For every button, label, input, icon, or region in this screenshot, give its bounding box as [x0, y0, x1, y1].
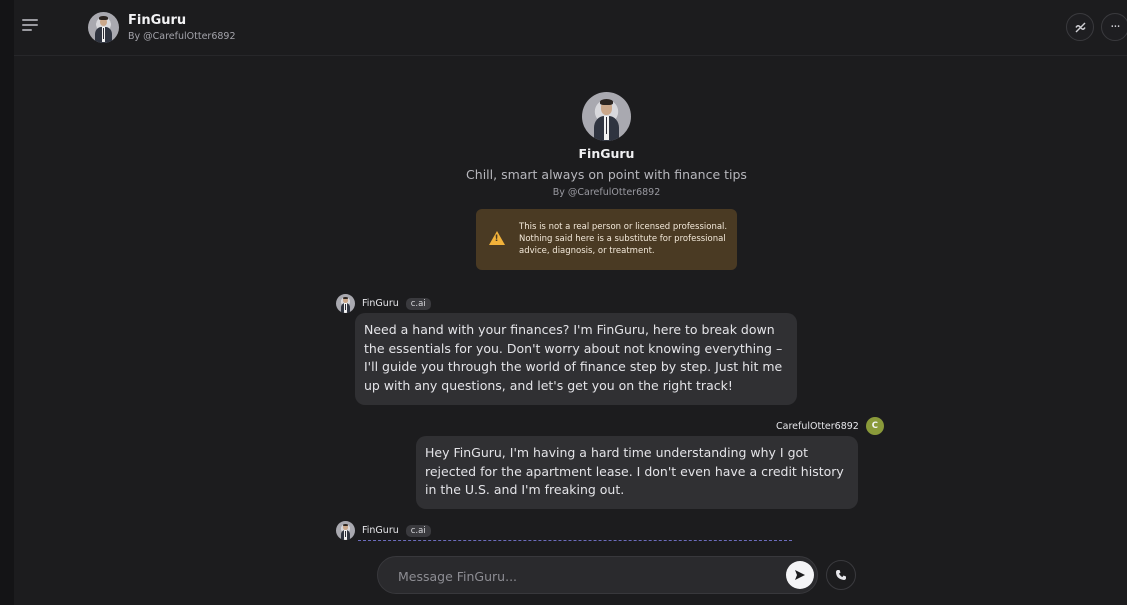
message-author: FinGuru [362, 525, 399, 536]
send-icon [795, 570, 805, 580]
intro-tagline: Chill, smart always on point with financ… [466, 167, 747, 182]
more-icon: ··· [1110, 19, 1120, 35]
intro-name: FinGuru [578, 146, 635, 161]
menu-icon[interactable] [20, 16, 40, 34]
user-avatar[interactable]: C [865, 417, 884, 435]
message-header: FinGuru c.ai [336, 521, 431, 540]
message-author: CarefulOtter6892 [776, 420, 859, 432]
call-button[interactable] [826, 560, 856, 590]
message-input[interactable] [396, 566, 780, 586]
message-header: CarefulOtter6892 C [776, 417, 884, 435]
mute-voice-button[interactable] [1066, 13, 1094, 41]
intro-byline[interactable]: By @CarefulOtter6892 [0, 187, 1127, 198]
send-button[interactable] [786, 561, 814, 589]
typing-indicator [358, 540, 792, 541]
character-avatar[interactable] [88, 12, 119, 43]
ai-badge: c.ai [405, 524, 431, 537]
more-options-button[interactable]: ··· [1101, 13, 1127, 41]
top-bar: FinGuru By @CarefulOtter6892 ··· [14, 0, 1127, 56]
message-avatar[interactable] [336, 521, 355, 540]
disclaimer-banner: ! This is not a real person or licensed … [476, 209, 737, 270]
phone-icon [836, 570, 846, 580]
character-name[interactable]: FinGuru [128, 13, 186, 28]
message-composer [377, 556, 818, 594]
intro-avatar [582, 92, 631, 141]
message-avatar[interactable] [336, 294, 355, 313]
character-message: Need a hand with your finances? I'm FinG… [355, 313, 797, 405]
mute-voice-icon [1074, 22, 1086, 32]
creator-byline[interactable]: By @CarefulOtter6892 [128, 31, 236, 42]
message-header: FinGuru c.ai [336, 294, 431, 313]
disclaimer-text: This is not a real person or licensed pr… [519, 222, 728, 256]
message-author: FinGuru [362, 298, 399, 309]
user-message: Hey FinGuru, I'm having a hard time unde… [416, 436, 858, 509]
left-rail [0, 0, 14, 605]
ai-badge: c.ai [405, 297, 431, 310]
